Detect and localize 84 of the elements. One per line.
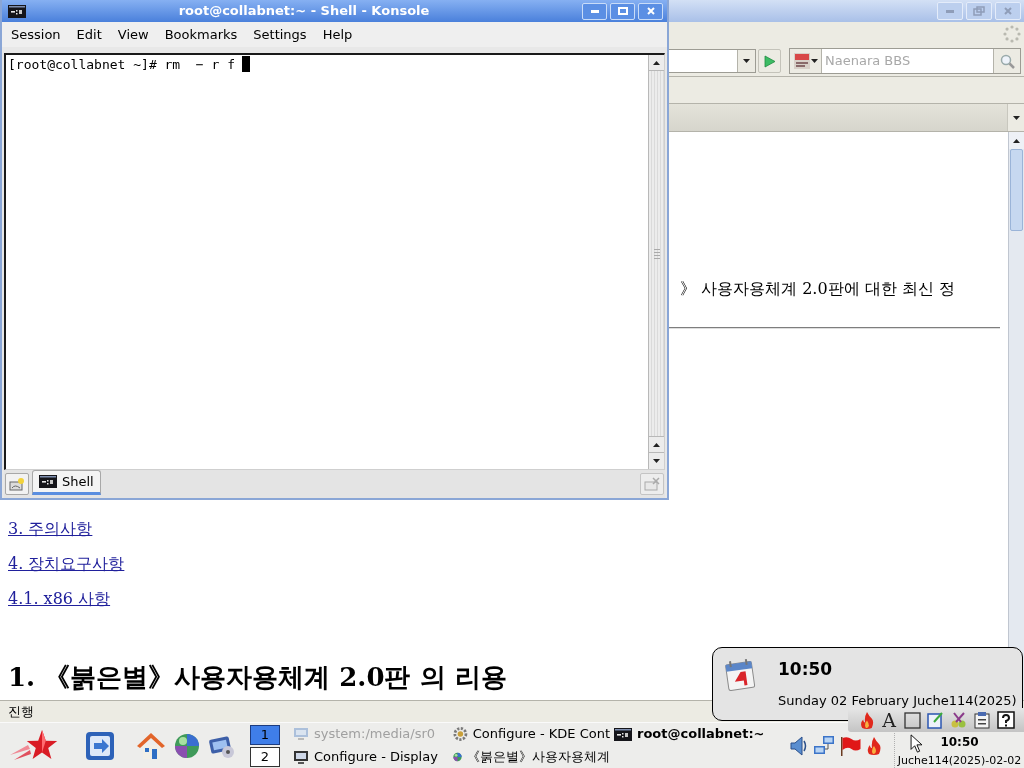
gear-icon <box>453 726 468 742</box>
flag-icon[interactable] <box>840 735 862 756</box>
speaker-icon[interactable] <box>790 734 808 757</box>
note-icon[interactable] <box>927 711 944 729</box>
caret-up-icon <box>653 60 660 65</box>
search-icon <box>999 53 1015 69</box>
globe-icon <box>453 750 462 764</box>
new-session-button[interactable] <box>5 473 29 495</box>
url-dropdown-button[interactable] <box>737 50 755 72</box>
caret-up-icon <box>1013 138 1020 143</box>
close-icon <box>1004 7 1012 15</box>
grip-icon <box>653 248 660 259</box>
window-close-icon <box>644 477 660 491</box>
monitor-icon <box>293 750 309 764</box>
tab[interactable]: Shell <box>32 470 101 495</box>
throbber-icon <box>1003 25 1021 43</box>
tab-list-button[interactable] <box>1007 104 1024 131</box>
flame-icon[interactable] <box>867 736 881 755</box>
task-button[interactable]: Configure - Display <box>289 746 449 768</box>
task-button[interactable]: Configure - KDE Cont <box>449 723 610 745</box>
restore-icon <box>973 6 985 16</box>
menu-item[interactable]: Edit <box>68 25 110 44</box>
command-line: [root@collabnet ~]# rm − r f <box>8 56 235 73</box>
minimize-button[interactable] <box>937 2 963 20</box>
close-icon <box>646 7 655 15</box>
scissors-icon[interactable] <box>950 711 968 729</box>
minimize-icon <box>946 9 954 13</box>
flame-icon[interactable] <box>860 711 874 729</box>
task-button[interactable]: root@collabnet:~ <box>610 723 778 745</box>
globe-icon[interactable] <box>174 732 200 759</box>
close-button[interactable] <box>995 2 1021 20</box>
caret-down-icon <box>743 59 750 63</box>
maximize-icon <box>617 7 628 15</box>
menu-item[interactable]: Settings <box>245 25 315 44</box>
menu-item[interactable]: Bookmarks <box>156 25 246 44</box>
scroll-thumb[interactable] <box>1010 149 1023 231</box>
window-title: root@collabnet:~ - Shell - Konsole <box>177 3 431 19</box>
close-button[interactable] <box>638 2 663 20</box>
paragraph-text: 》 사용자용체계 2.0판에 대한 최신 정 <box>680 280 955 298</box>
caret-down-icon <box>1012 115 1020 120</box>
desktop-button[interactable]: 2 <box>250 746 280 767</box>
menu-item[interactable]: View <box>109 25 157 44</box>
minimize-icon <box>590 9 599 13</box>
search-engine-button[interactable] <box>790 49 822 73</box>
link[interactable]: 3. 주의사항 <box>8 520 93 538</box>
maximize-button[interactable] <box>610 2 635 20</box>
status-text: 진행 <box>8 703 34 720</box>
window-star-icon <box>9 477 25 491</box>
mouse-pointer-icon <box>910 734 923 753</box>
play-arrow-icon <box>763 54 776 68</box>
square-icon[interactable] <box>904 711 921 729</box>
tooltip-time: 10:50 <box>778 659 833 679</box>
terminal-icon[interactable] <box>8 4 26 18</box>
network-icon[interactable] <box>813 734 835 757</box>
task-button[interactable]: 《붉은별》사용자용체계 <box>449 746 610 768</box>
help-icon[interactable] <box>997 711 1015 729</box>
search-box[interactable]: Naenara BBS <box>789 48 1021 74</box>
minimize-button[interactable] <box>582 2 607 20</box>
restore-button[interactable] <box>966 2 992 20</box>
link[interactable]: 4.1. x86 사항 <box>8 590 111 608</box>
link[interactable]: 4. 장치요구사항 <box>8 555 125 573</box>
desktop-button[interactable]: 1 <box>250 724 280 745</box>
home-icon[interactable] <box>136 731 166 760</box>
menu-item[interactable]: Help <box>314 25 361 44</box>
url-field[interactable] <box>669 49 756 73</box>
caret-down-icon <box>653 459 660 463</box>
monitor-icon <box>293 727 309 741</box>
scroll-up-button[interactable] <box>649 437 664 453</box>
site-icon <box>793 53 810 69</box>
clock-time: 10:50 <box>940 735 979 749</box>
scroll-up-button[interactable] <box>1009 132 1024 149</box>
scroll-up-button[interactable] <box>649 55 664 71</box>
clipboard-icon[interactable] <box>974 711 991 729</box>
scroll-down-button[interactable] <box>649 453 664 469</box>
caret-down-icon <box>810 59 818 63</box>
terminal-icon <box>614 727 632 741</box>
text-cursor <box>242 56 250 72</box>
caret-up-icon <box>653 442 660 447</box>
terminal-icon <box>39 475 57 488</box>
clock-date: Juche114(2025)-02-02 <box>897 754 1022 767</box>
heading: 1. 《붉은별》사용자용체계 2.0판 의 리용 <box>8 662 507 692</box>
menu-item[interactable]: Session <box>3 25 69 44</box>
scroll-thumb[interactable] <box>649 71 664 437</box>
tooltip-date: Sunday 02 February Juche114(2025) <box>778 693 1017 709</box>
